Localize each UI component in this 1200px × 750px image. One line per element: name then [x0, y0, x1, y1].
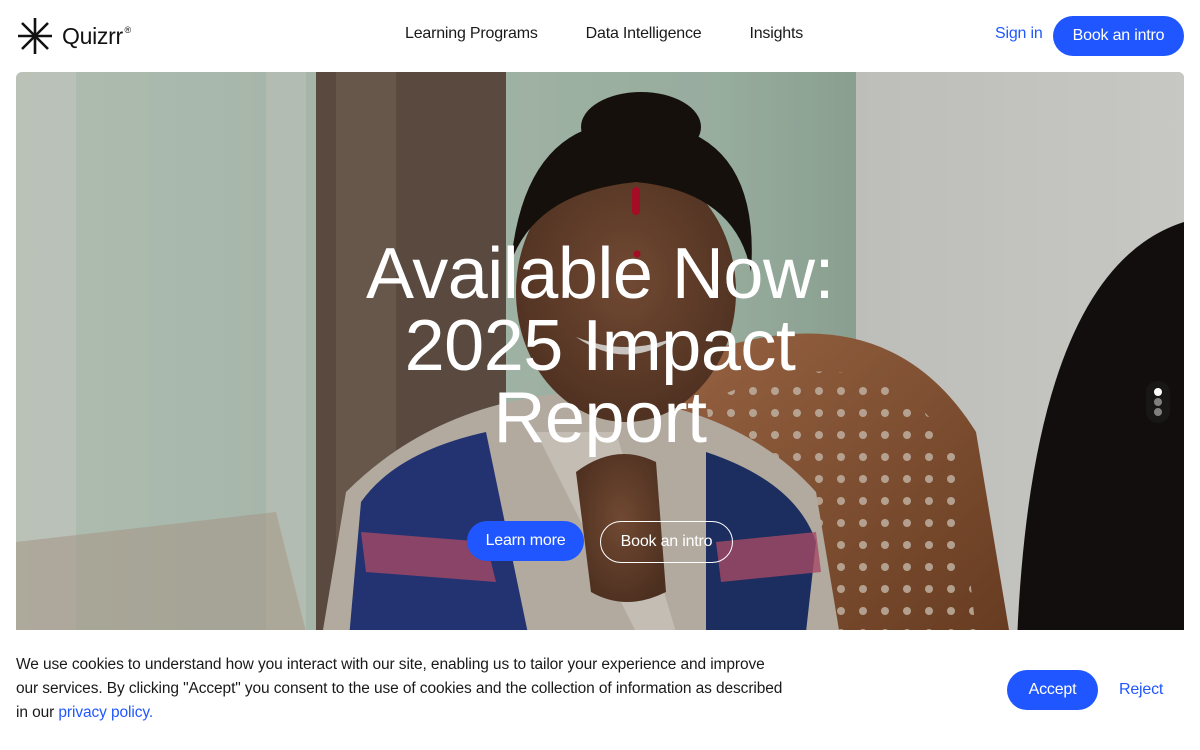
slide-dot-3[interactable] [1154, 408, 1162, 416]
site-header: Quizrr ® Learning Programs Data Intellige… [0, 0, 1200, 72]
nav-insights[interactable]: Insights [749, 25, 803, 43]
trademark-symbol: ® [124, 24, 131, 35]
cookie-message: We use cookies to understand how you int… [16, 653, 786, 725]
hero-headline-line-1: Available Now: [366, 234, 834, 314]
reject-cookies-button[interactable]: Reject [1119, 681, 1163, 699]
main-nav: Learning Programs Data Intelligence Insi… [405, 25, 803, 43]
hero-banner: Available Now: 2025 Impact Report Learn … [16, 72, 1184, 672]
accept-cookies-button[interactable]: Accept [1007, 670, 1098, 710]
privacy-policy-link[interactable]: privacy policy. [58, 704, 153, 721]
hero-headline: Available Now: 2025 Impact Report [16, 238, 1184, 454]
hero-actions: Learn more Book an intro [467, 521, 733, 563]
slide-dot-2[interactable] [1154, 398, 1162, 406]
slide-indicator [1146, 381, 1170, 423]
hero-headline-line-3: Report [493, 378, 707, 458]
hero-headline-line-2: 2025 Impact [404, 306, 796, 386]
learn-more-button[interactable]: Learn more [467, 521, 584, 561]
hero-book-intro-button[interactable]: Book an intro [600, 521, 733, 563]
cookie-banner: We use cookies to understand how you int… [0, 630, 1200, 750]
brand-name: Quizrr ® [62, 22, 131, 49]
asterisk-logo-icon [18, 18, 52, 54]
book-intro-button[interactable]: Book an intro [1053, 16, 1184, 56]
nav-learning-programs[interactable]: Learning Programs [405, 25, 538, 43]
brand-logo[interactable]: Quizrr ® [16, 17, 131, 55]
slide-dot-1[interactable] [1154, 388, 1162, 396]
nav-data-intelligence[interactable]: Data Intelligence [586, 25, 702, 43]
sign-in-link[interactable]: Sign in [995, 25, 1043, 43]
